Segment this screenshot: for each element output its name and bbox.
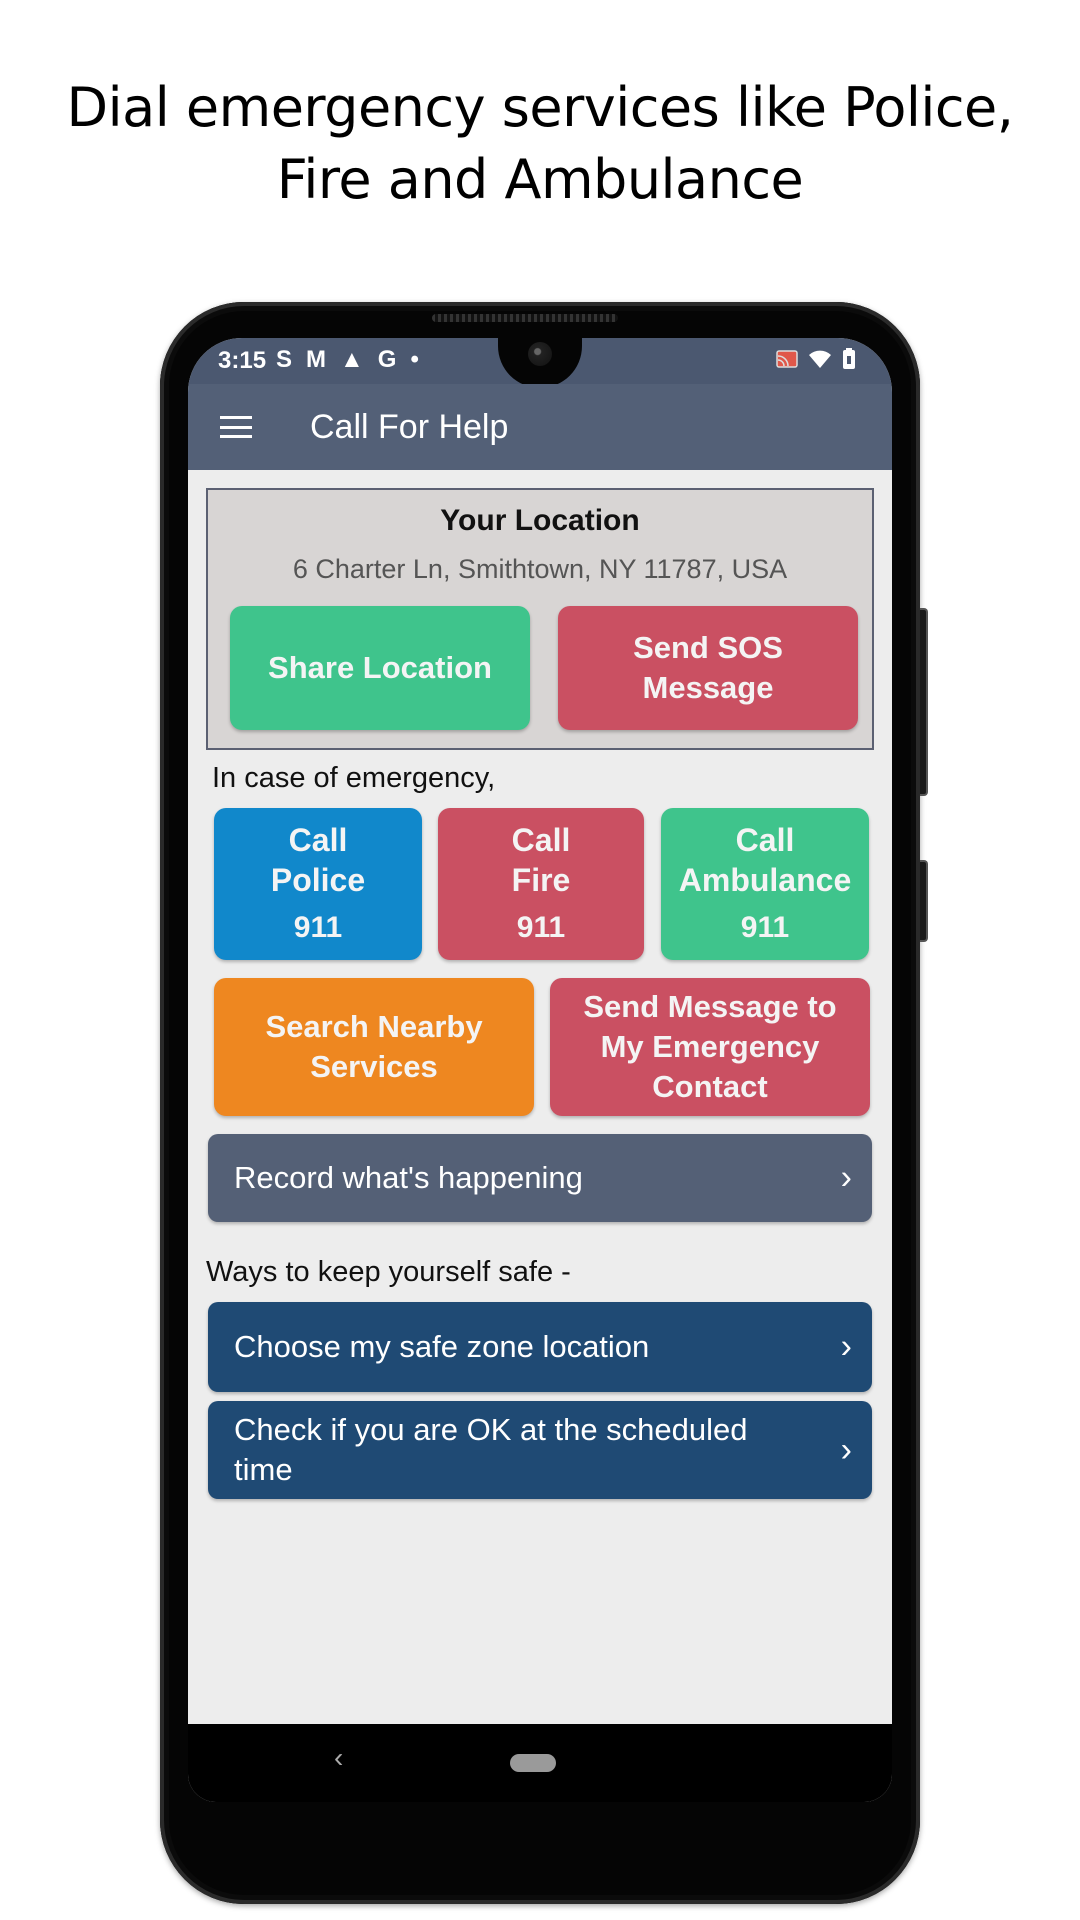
message-contact-line3: Contact <box>652 1069 768 1104</box>
call-fire-button[interactable]: Call Fire 911 <box>438 808 644 960</box>
status-time: 3:15 <box>218 347 267 374</box>
call-fire-line1: Call <box>511 822 571 858</box>
google-icon: G <box>377 346 397 373</box>
back-icon[interactable]: ‹ <box>334 1742 343 1774</box>
home-pill-icon[interactable] <box>510 1754 556 1772</box>
promo-title: Dial emergency services like Police, Fir… <box>0 72 1080 216</box>
message-emergency-contact-button[interactable]: Send Message to My Emergency Contact <box>550 978 870 1116</box>
system-nav-bar: ‹ <box>188 1724 892 1802</box>
scheduled-check-button[interactable]: Check if you are OK at the scheduled tim… <box>208 1401 872 1499</box>
message-contact-line2: My Emergency <box>600 1029 820 1064</box>
wifi-icon <box>809 350 831 368</box>
earpiece-speaker <box>432 314 618 322</box>
camera-notch <box>498 338 582 388</box>
chevron-right-icon: › <box>840 1158 852 1197</box>
chevron-right-icon: › <box>840 1431 852 1469</box>
call-ambulance-button[interactable]: Call Ambulance 911 <box>661 808 869 960</box>
power-button <box>920 860 928 942</box>
search-nearby-line1: Search Nearby <box>265 1009 483 1044</box>
phone-screen: 3:15 S M ▲ G • Call For Help Your Locati… <box>188 338 892 1802</box>
dot-icon: • <box>410 346 419 373</box>
share-location-button[interactable]: Share Location <box>230 606 530 730</box>
chevron-right-icon: › <box>840 1327 852 1366</box>
promo-title-line1: Dial emergency services like Police, <box>66 76 1014 139</box>
record-whats-happening-button[interactable]: Record what's happening › <box>208 1134 872 1222</box>
s-icon: S <box>276 346 293 373</box>
battery-icon <box>843 348 855 369</box>
cast-icon <box>776 350 798 368</box>
app-title: Call For Help <box>310 407 509 446</box>
share-location-label: Share Location <box>268 650 492 685</box>
promo-title-line2: Fire and Ambulance <box>276 148 804 211</box>
call-police-button[interactable]: Call Police 911 <box>214 808 422 960</box>
location-card: Your Location 6 Charter Ln, Smithtown, N… <box>206 488 874 750</box>
app-bar: Call For Help <box>188 384 892 470</box>
mail-icon: M <box>306 346 327 373</box>
status-bar: 3:15 S M ▲ G • <box>188 338 892 388</box>
search-nearby-line2: Services <box>310 1049 438 1084</box>
scheduled-check-label: Check if you are OK at the scheduled tim… <box>234 1412 748 1487</box>
call-ambulance-line1: Call <box>735 822 795 858</box>
notification-icons: S M ▲ G • <box>276 346 419 374</box>
warning-icon: ▲ <box>340 346 364 373</box>
location-address: 6 Charter Ln, Smithtown, NY 11787, USA <box>292 554 788 584</box>
search-nearby-services-button[interactable]: Search Nearby Services <box>214 978 534 1116</box>
call-police-line1: Call <box>288 822 348 858</box>
location-title: Your Location <box>440 504 640 537</box>
volume-button <box>920 608 928 796</box>
send-sos-button[interactable]: Send SOS Message <box>558 606 858 730</box>
choose-safe-zone-button[interactable]: Choose my safe zone location › <box>208 1302 872 1392</box>
call-ambulance-line2: Ambulance <box>678 862 852 898</box>
call-police-line2: Police <box>270 862 366 898</box>
hamburger-menu-icon[interactable] <box>220 416 252 438</box>
send-sos-label-line1: Send SOS <box>633 630 783 665</box>
call-fire-line2: Fire <box>511 862 571 898</box>
phone-frame: 3:15 S M ▲ G • Call For Help Your Locati… <box>160 302 928 1904</box>
safe-zone-label: Choose my safe zone location <box>234 1329 650 1364</box>
record-label: Record what's happening <box>234 1160 583 1195</box>
safety-label: Ways to keep yourself safe - <box>206 1256 571 1288</box>
emergency-label: In case of emergency, <box>212 762 496 794</box>
system-icons <box>776 348 856 370</box>
police-number: 911 <box>293 911 343 944</box>
message-contact-line1: Send Message to <box>583 989 837 1024</box>
ambulance-number: 911 <box>740 911 790 944</box>
front-camera-icon <box>528 342 552 366</box>
fire-number: 911 <box>516 911 566 944</box>
send-sos-label-line2: Message <box>642 670 774 705</box>
